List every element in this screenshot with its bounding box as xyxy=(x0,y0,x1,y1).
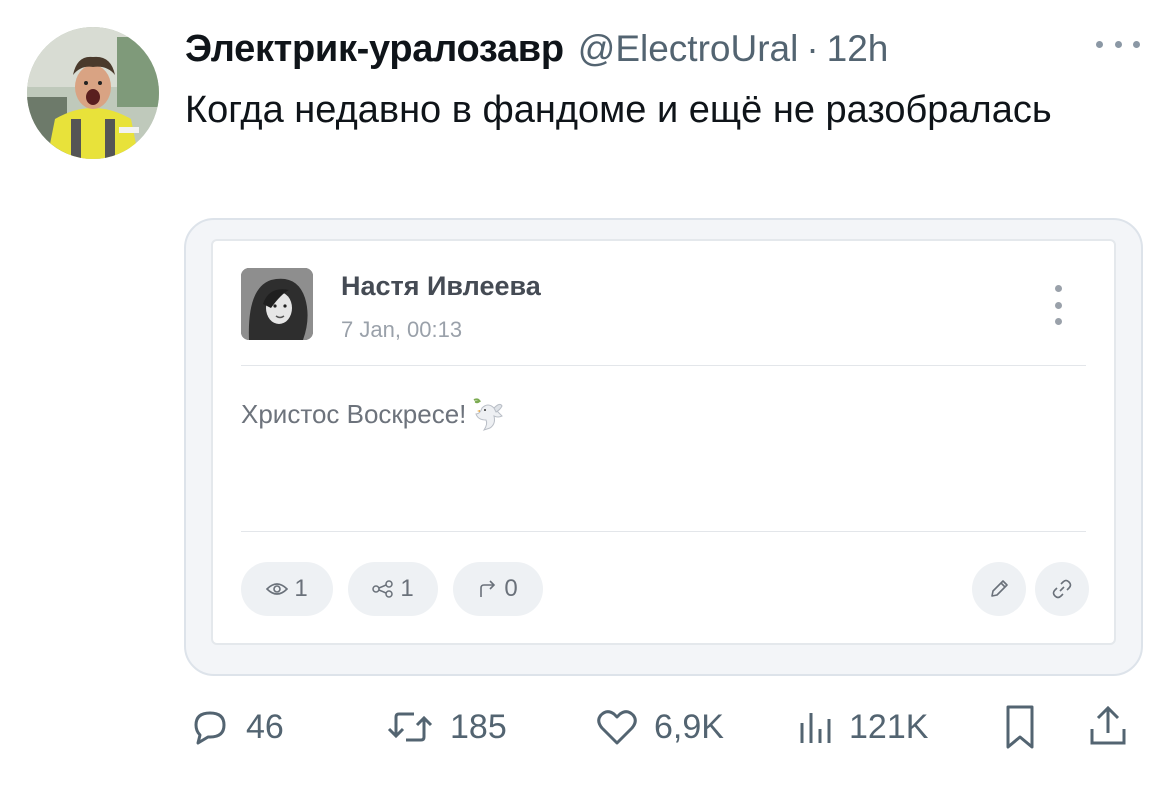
separator-dot: · xyxy=(806,28,819,69)
post-date: 7 Jan, 00:13 xyxy=(341,317,463,342)
shares-count: 1 xyxy=(400,575,414,602)
reply-count: 46 xyxy=(246,707,284,746)
divider xyxy=(241,365,1086,366)
share-nodes-icon xyxy=(372,580,394,598)
post-text: Христос Воскресе! xyxy=(241,398,467,429)
display-name[interactable]: Электрик-уралозавр xyxy=(185,28,564,71)
retweet-button[interactable]: 185 xyxy=(384,700,507,754)
retweet-icon xyxy=(387,712,433,742)
post-author-name: Настя Ивлеева xyxy=(341,271,541,301)
user-handle[interactable]: @ElectroUral xyxy=(578,28,799,70)
dove-icon xyxy=(473,398,504,431)
user-avatar-photo xyxy=(27,27,159,159)
reply-icon xyxy=(194,711,226,745)
tweet-action-bar: 46 185 6,9K 121K xyxy=(188,700,1138,754)
forward-arrow-icon xyxy=(480,580,496,597)
divider xyxy=(241,531,1086,532)
heart-icon xyxy=(597,710,637,745)
views-button[interactable]: 121K xyxy=(795,700,928,754)
shares-pill: 1 xyxy=(348,562,438,616)
link-icon xyxy=(1035,562,1089,616)
post-text-row: Христос Воскресе! xyxy=(241,396,506,432)
bookmark-icon xyxy=(1006,705,1034,749)
views-count-main: 121K xyxy=(849,707,929,746)
views-count: 1 xyxy=(294,575,308,602)
eye-icon xyxy=(266,583,289,595)
like-count: 6,9K xyxy=(654,707,724,746)
post-author-avatar xyxy=(241,268,313,340)
tweet-text: Когда недавно в фандоме и ещё не разобра… xyxy=(185,89,1052,131)
forwards-pill: 0 xyxy=(453,562,543,616)
share-button[interactable] xyxy=(1086,700,1130,754)
reply-button[interactable]: 46 xyxy=(188,700,284,754)
bookmark-button[interactable] xyxy=(1000,700,1040,754)
like-button[interactable]: 6,9K xyxy=(594,700,724,754)
forwards-count: 0 xyxy=(504,575,518,602)
author-avatar[interactable] xyxy=(27,27,159,159)
tweet-time[interactable]: 12h xyxy=(827,28,889,70)
tweet-header: Электрик-уралозавр @ElectroUral · 12h xyxy=(185,24,888,74)
vertical-dots-icon xyxy=(1054,285,1062,325)
retweet-count: 185 xyxy=(450,707,507,746)
pencil-icon xyxy=(972,562,1026,616)
more-horizontal-icon[interactable] xyxy=(1096,32,1140,56)
share-icon xyxy=(1090,705,1126,745)
embedded-post-card: Настя Ивлеева 7 Jan, 00:13 Христос Воскр… xyxy=(211,239,1116,645)
analytics-icon xyxy=(800,713,831,743)
views-pill: 1 xyxy=(241,562,333,616)
